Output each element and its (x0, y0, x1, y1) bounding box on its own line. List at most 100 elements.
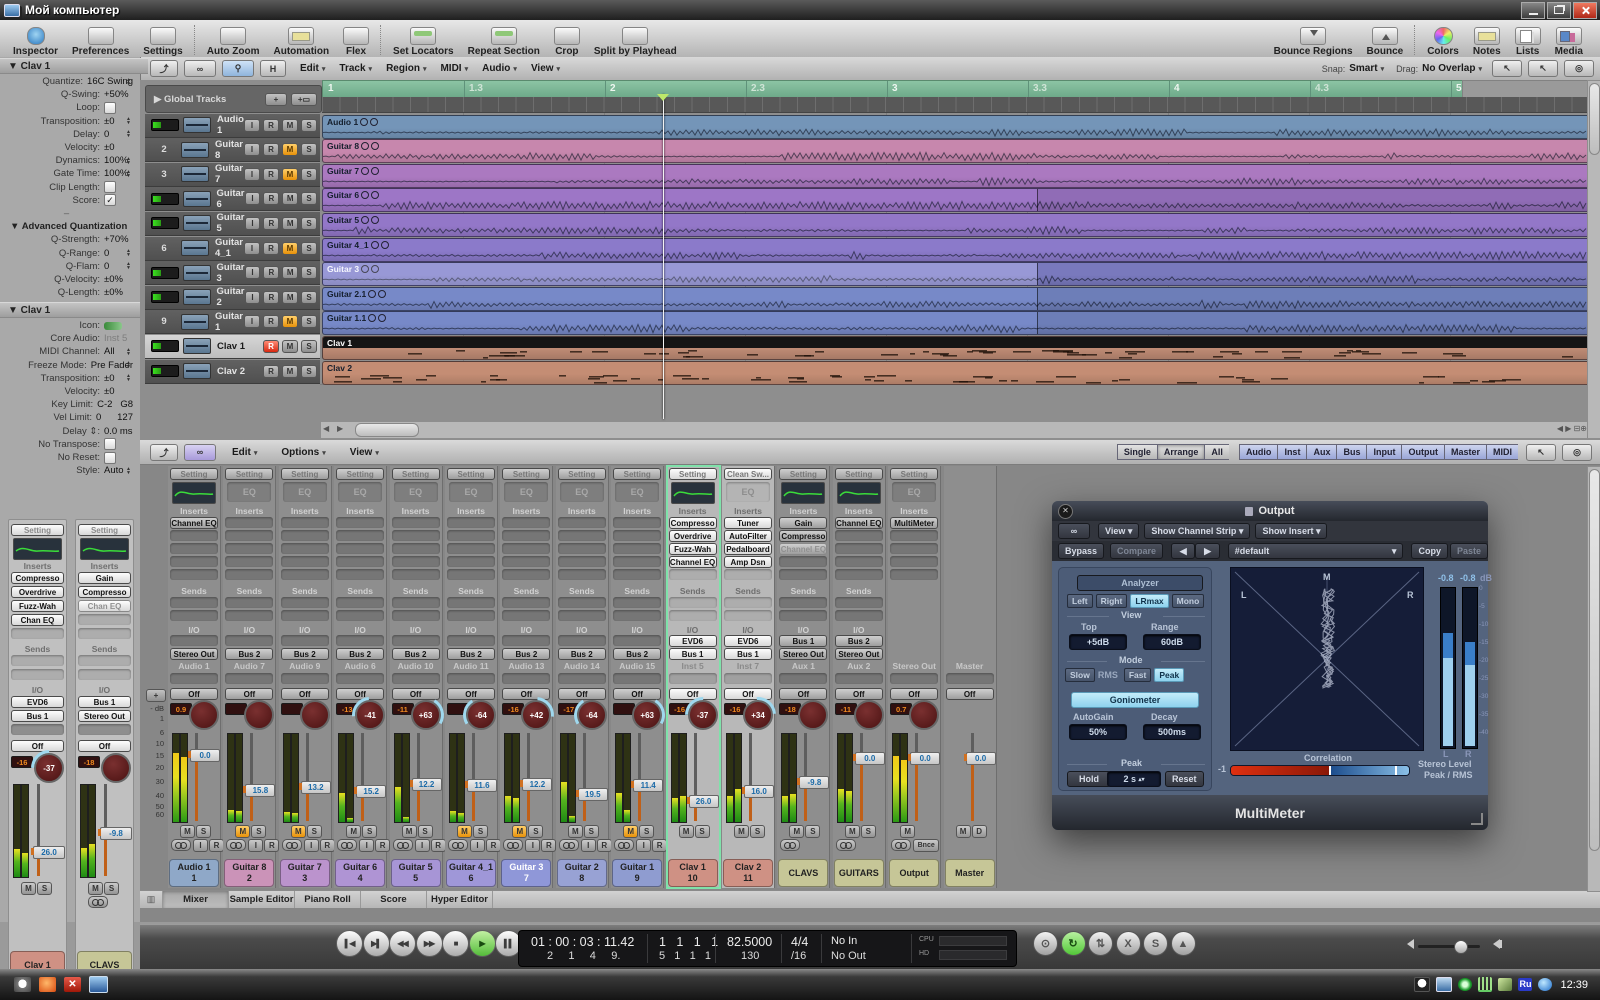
link-button[interactable]: ∞ (184, 60, 216, 77)
eq-thumbnail-placeholder[interactable]: EQ (892, 482, 936, 502)
channel-name-plate[interactable]: Guitar 73 (280, 859, 330, 887)
track-solo-button[interactable]: S (301, 365, 317, 378)
strip-setting-button[interactable]: Setting (447, 468, 495, 480)
channel-name-plate[interactable]: Clav 110 (668, 859, 718, 887)
insert-slot-empty[interactable] (835, 569, 883, 580)
group-slot[interactable] (281, 673, 329, 684)
arrange-v-scrollbar[interactable] (1587, 80, 1600, 439)
group-slot[interactable] (11, 724, 64, 735)
io-input-slot[interactable]: Bus 2 (835, 635, 883, 647)
insert-slot-empty[interactable] (392, 543, 440, 554)
mixer-filter-audio[interactable]: Audio (1239, 444, 1278, 460)
region-guitar-7[interactable]: Guitar 7 (322, 164, 1590, 188)
automation-mode-slot[interactable]: Off (78, 740, 131, 752)
insert-slot[interactable]: Amp Dsn (724, 556, 772, 568)
value-stepper[interactable]: ▲▼ (126, 374, 131, 382)
track-mute-button[interactable]: M (282, 143, 298, 156)
automation-mode-slot[interactable]: Off (281, 688, 329, 700)
mixer-link-button[interactable]: ∞ (184, 444, 216, 461)
arrange-h-scrollbar[interactable]: ◀▶◀ ▶ ⊟⊕ (320, 421, 1594, 439)
insert-slot-empty[interactable] (613, 530, 661, 541)
track-input-button[interactable]: I (244, 143, 260, 156)
track-header-clav-2[interactable]: Clav 2RMS (145, 360, 320, 384)
insert-slot-empty[interactable] (835, 556, 883, 567)
plugin-link-button[interactable]: ∞ (1058, 523, 1090, 539)
group-slot[interactable] (724, 673, 772, 684)
arrange-menu-view[interactable]: View▾ (531, 63, 560, 74)
scroll-right-arrow[interactable]: ▶ (337, 424, 343, 433)
insert-slot[interactable]: Gain (78, 572, 131, 584)
track-record-button[interactable]: R (263, 168, 279, 181)
insert-slot[interactable]: Overdrive (669, 530, 717, 542)
mixer-strip-output[interactable]: SettingEQInsertsMultiMeterStereo OutOff0… (888, 466, 941, 888)
solo-button[interactable]: S (639, 825, 654, 838)
insert-slot-empty[interactable] (779, 556, 827, 567)
pan-knob[interactable] (909, 700, 939, 730)
send-slot-empty[interactable] (78, 655, 131, 666)
plugin-titlebar[interactable]: ✕ Output (1052, 501, 1488, 521)
prev-preset-button[interactable]: ◀ (1171, 543, 1195, 559)
send-slot-empty[interactable] (281, 610, 329, 621)
insert-slot[interactable]: Fuzz-Wah (11, 600, 64, 612)
inspector-row-value[interactable]: 0 (104, 129, 109, 140)
mixer-filter-midi[interactable]: MIDI (1486, 444, 1518, 460)
mixer-strip-guitars[interactable]: SettingInsertsChannel EQSendsI/OBus 2Ste… (833, 466, 886, 888)
insert-slot-empty[interactable] (11, 628, 64, 639)
mute-button[interactable]: M (734, 825, 749, 838)
checkbox-checked[interactable]: ✓ (104, 194, 116, 206)
pointer-tool-button[interactable]: ↖ (1492, 60, 1522, 77)
fader-value[interactable]: -9.8 (100, 827, 132, 840)
pan-knob[interactable]: -64 (466, 700, 496, 730)
arrange-menu-midi[interactable]: MIDI▾ (440, 63, 468, 74)
lcd-time-signature[interactable]: 4/4 (791, 935, 808, 949)
insert-slot-empty[interactable] (336, 556, 384, 567)
eq-thumbnail[interactable] (80, 538, 129, 560)
track-record-button[interactable]: R (263, 291, 279, 304)
channel-name-plate[interactable]: Guitar 82 (224, 859, 274, 887)
channel-name-plate[interactable]: Guitar 37 (501, 859, 551, 887)
inspector-row-value[interactable]: 0 (104, 248, 109, 259)
channel-name-plate[interactable]: Guitar 55 (391, 859, 441, 887)
value-stepper[interactable]: ▲▼ (126, 249, 131, 257)
insert-slot[interactable]: Chan EQ (11, 614, 64, 626)
eq-thumbnail[interactable] (781, 482, 825, 504)
mixer-menu-edit[interactable]: Edit▾ (232, 447, 257, 458)
checkbox[interactable] (104, 452, 116, 464)
strip-setting-button[interactable]: Clean Sw... (724, 468, 772, 480)
mixer-zoom-tool[interactable]: ◎ (1562, 444, 1592, 461)
stereo-format-icon[interactable] (614, 839, 634, 851)
arrange-menu-audio[interactable]: Audio▾ (482, 63, 517, 74)
region-clav-2[interactable]: Clav 2 (322, 361, 1590, 385)
track-mute-button[interactable]: M (282, 340, 298, 353)
track-header-guitar-8[interactable]: 2Guitar 8IRMS (145, 138, 320, 162)
track-mute-button[interactable]: M (282, 365, 298, 378)
channel-name-plate[interactable]: Guitar 28 (557, 859, 607, 887)
insert-slot-empty[interactable] (225, 530, 273, 541)
mixer-strip-clav-2[interactable]: Clean Sw...EQInsertsTunerAutoFilterPedal… (722, 466, 775, 888)
track-record-button[interactable]: R (263, 266, 279, 279)
track-solo-button[interactable]: S (301, 315, 317, 328)
insert-slot-empty[interactable] (281, 517, 329, 528)
io-output-slot[interactable]: Stereo Out (835, 648, 883, 660)
mixer-strip-guitar-7[interactable]: SettingEQInsertsSendsI/OBus 2Audio 9Off1… (279, 466, 332, 888)
insert-slot-empty[interactable] (502, 543, 550, 554)
io-output-slot[interactable]: Bus 2 (558, 648, 606, 660)
io-input-slot[interactable] (502, 635, 550, 646)
io-output-slot[interactable]: Bus 2 (225, 648, 273, 660)
track-mute-button[interactable]: M (282, 291, 298, 304)
strip-setting-button[interactable]: Setting (336, 468, 384, 480)
pan-knob[interactable]: -37 (688, 700, 718, 730)
paw-icon[interactable] (14, 977, 31, 992)
mode-rms-button[interactable]: RMS (1098, 670, 1118, 680)
send-slot-empty[interactable] (558, 610, 606, 621)
io-input-slot[interactable]: EVD6 (724, 635, 772, 647)
group-slot[interactable] (669, 673, 717, 684)
automation-mode-slot[interactable]: Off (946, 688, 994, 700)
io-output-slot[interactable]: Stereo Out (78, 710, 131, 722)
value-stepper[interactable]: ▲▼ (126, 157, 131, 165)
insert-slot-empty[interactable] (170, 556, 218, 567)
value-stepper[interactable]: ▲▼ (126, 117, 131, 125)
stereo-format-icon[interactable] (282, 839, 302, 851)
goniometer-button[interactable]: Goniometer (1071, 692, 1199, 708)
value-stepper[interactable]: ▲▼ (126, 78, 131, 86)
